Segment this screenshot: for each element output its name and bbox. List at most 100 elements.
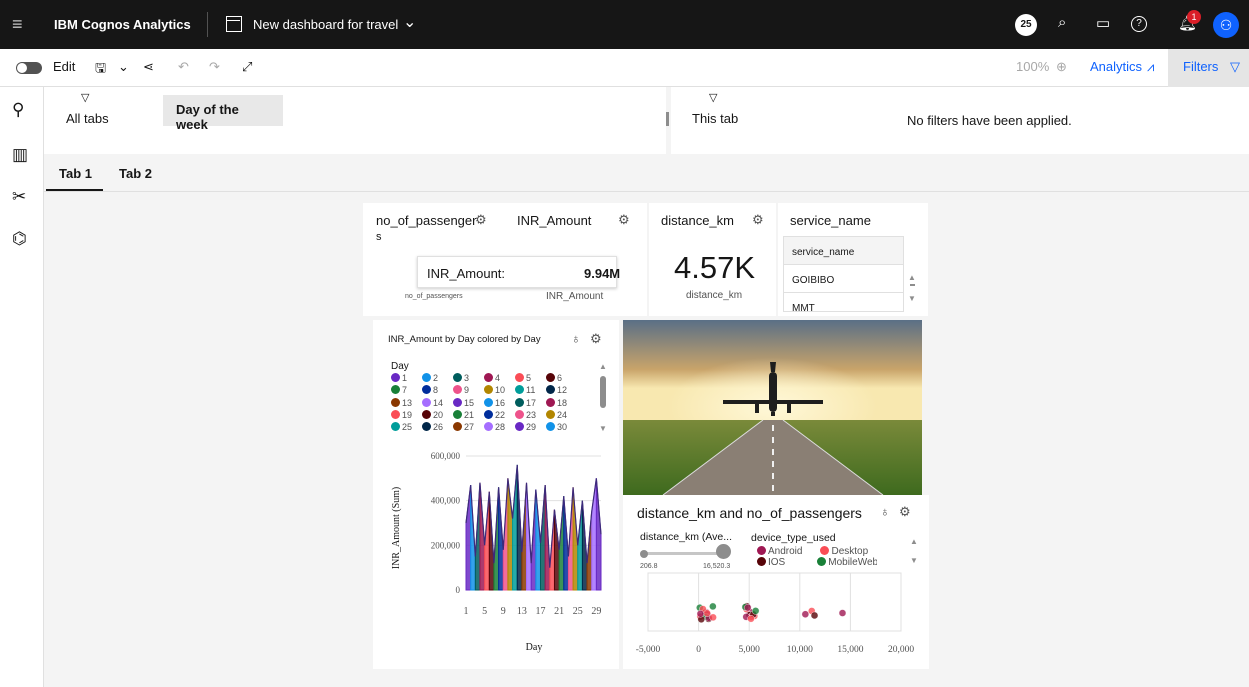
- tools-icon[interactable]: ✂: [12, 187, 26, 207]
- scroll-up-icon[interactable]: ▲: [908, 273, 916, 282]
- legend-label: 5: [526, 373, 532, 383]
- list-item[interactable]: MMT: [784, 293, 903, 311]
- dashboard-icon: [226, 16, 242, 32]
- legend-item-day-20[interactable]: 20: [422, 409, 453, 420]
- save-chevron-down-icon[interactable]: ⌄: [118, 59, 129, 75]
- legend-scroll-thumb[interactable]: [600, 376, 606, 408]
- legend-item-day-11[interactable]: 11: [515, 385, 546, 395]
- legend-item-day-8[interactable]: 8: [422, 385, 453, 395]
- device-scroll-up-icon[interactable]: ▲: [910, 537, 918, 546]
- legend-item-day-29[interactable]: 29: [515, 422, 546, 432]
- legend-label: 13: [402, 397, 413, 408]
- scroll-thumb[interactable]: [910, 284, 915, 286]
- passengers-settings-icon[interactable]: ⚙: [475, 212, 487, 228]
- undo-icon[interactable]: ↶: [178, 59, 189, 75]
- inr-settings-icon[interactable]: ⚙: [618, 212, 630, 228]
- legend-item-day-19[interactable]: 19: [391, 409, 422, 420]
- legend-item-day-18[interactable]: 18: [546, 397, 577, 408]
- legend-item-day-26[interactable]: 26: [422, 422, 453, 432]
- help-icon[interactable]: ?: [1131, 16, 1147, 32]
- legend-item-day-1[interactable]: 1: [391, 373, 422, 383]
- legend-swatch: [422, 409, 431, 419]
- legend-item-day-12[interactable]: 12: [546, 385, 577, 395]
- lightbulb-icon[interactable]: ♁: [571, 331, 581, 346]
- count-badge[interactable]: 25: [1015, 14, 1037, 36]
- legend-item-day-13[interactable]: 13: [391, 397, 422, 408]
- legend-item-day-28[interactable]: 28: [484, 422, 515, 432]
- tab-2[interactable]: Tab 2: [119, 166, 152, 181]
- search-icon[interactable]: ⌕: [1058, 14, 1066, 31]
- legend-label: 20: [433, 409, 444, 420]
- scatter-lightbulb-icon[interactable]: ♁: [880, 504, 890, 519]
- legend-item-day-21[interactable]: 21: [453, 409, 484, 420]
- filters-tab[interactable]: Filters ▽: [1168, 49, 1249, 87]
- legend-swatch: [391, 385, 400, 395]
- zoom-icon[interactable]: ⊕: [1056, 59, 1067, 75]
- distance-value: 4.57K: [674, 250, 756, 285]
- hamburger-menu-icon[interactable]: ≡: [12, 14, 23, 35]
- legend-item-day-3[interactable]: 3: [453, 373, 484, 383]
- edit-toggle[interactable]: [16, 62, 42, 74]
- distance-slider-track[interactable]: [644, 552, 724, 555]
- legend-swatch: [546, 385, 555, 395]
- redo-icon[interactable]: ↷: [209, 59, 220, 75]
- assistant-icon[interactable]: ⌬: [12, 229, 27, 249]
- filter-chip-day-of-week[interactable]: Day of the week: [163, 95, 283, 132]
- legend-swatch: [453, 422, 462, 432]
- chat-icon[interactable]: ▭: [1096, 14, 1110, 32]
- tab-bar: Tab 1 Tab 2: [44, 154, 1249, 192]
- legend-label: 19: [402, 409, 413, 420]
- legend-item-day-16[interactable]: 16: [484, 397, 515, 408]
- legend-item-day-7[interactable]: 7: [391, 385, 422, 395]
- line-chart-settings-icon[interactable]: ⚙: [590, 331, 602, 347]
- tab-1[interactable]: Tab 1: [59, 166, 92, 181]
- chevron-down-icon[interactable]: ⌄: [403, 12, 416, 32]
- list-item[interactable]: GOIBIBO: [784, 265, 903, 293]
- legend-item-day-27[interactable]: 27: [453, 422, 484, 432]
- inr-tooltip: INR_Amount: 9.94M: [417, 256, 620, 288]
- legend-item-day-23[interactable]: 23: [515, 409, 546, 420]
- legend-scroll-down-icon[interactable]: ▼: [599, 424, 607, 433]
- filter-divider-handle[interactable]: [666, 112, 669, 126]
- legend-item-day-22[interactable]: 22: [484, 409, 515, 420]
- scatter-plot[interactable]: -5,000 0 5,000 10,000 15,000 20,000: [623, 570, 929, 665]
- visualizations-icon[interactable]: ▥: [12, 145, 28, 165]
- series-segment-day-11: [512, 464, 518, 591]
- legend-item-day-6[interactable]: 6: [546, 373, 577, 383]
- legend-item-day-30[interactable]: 30: [546, 422, 577, 432]
- dashboard-title[interactable]: New dashboard for travel: [253, 17, 398, 32]
- line-chart-plot[interactable]: 600,000 400,000 200,000 0 1 5 9 13 17 21 25 29 Day IN…: [373, 440, 619, 660]
- legend-item-day-14[interactable]: 14: [422, 397, 453, 408]
- share-icon[interactable]: ⋖: [143, 59, 154, 75]
- slider-max-handle[interactable]: [716, 544, 731, 559]
- legend-item-day-10[interactable]: 10: [484, 385, 515, 395]
- legend-item-day-9[interactable]: 9: [453, 385, 484, 395]
- zoom-level[interactable]: 100%: [1016, 59, 1049, 74]
- scroll-down-icon[interactable]: ▼: [908, 294, 916, 303]
- active-tab-indicator: [46, 189, 103, 191]
- legend-item-day-24[interactable]: 24: [546, 409, 577, 420]
- legend-item-day-2[interactable]: 2: [422, 373, 453, 383]
- service-list[interactable]: service_name GOIBIBO MMT: [783, 236, 904, 312]
- legend-item-day-4[interactable]: 4: [484, 373, 515, 383]
- pin-icon[interactable]: ⚲: [12, 100, 24, 120]
- device-legend[interactable]: Android Desktop IOS MobileWeb: [757, 546, 877, 568]
- save-icon[interactable]: 🖫︎: [95, 59, 106, 81]
- device-scroll-down-icon[interactable]: ▼: [910, 556, 918, 565]
- scatter-settings-icon[interactable]: ⚙: [899, 504, 911, 520]
- legend-item-day-17[interactable]: 17: [515, 397, 546, 408]
- airplane-photo: [623, 320, 922, 495]
- expand-icon[interactable]: ⤢: [242, 59, 252, 75]
- legend-item-day-25[interactable]: 25: [391, 422, 422, 432]
- legend-item-day-15[interactable]: 15: [453, 397, 484, 408]
- legend-scroll-up-icon[interactable]: ▲: [599, 362, 607, 371]
- y-tick-label: 0: [456, 585, 461, 595]
- analytics-button[interactable]: Analytics: [1090, 59, 1142, 74]
- legend-item-day-5[interactable]: 5: [515, 373, 546, 383]
- list-item[interactable]: service_name: [784, 237, 903, 265]
- legend-label: 21: [464, 409, 475, 420]
- slider-min-handle[interactable]: [640, 550, 648, 558]
- user-avatar-icon[interactable]: ⚇: [1213, 12, 1239, 38]
- legend-label: 16: [495, 397, 506, 408]
- distance-settings-icon[interactable]: ⚙: [752, 212, 764, 228]
